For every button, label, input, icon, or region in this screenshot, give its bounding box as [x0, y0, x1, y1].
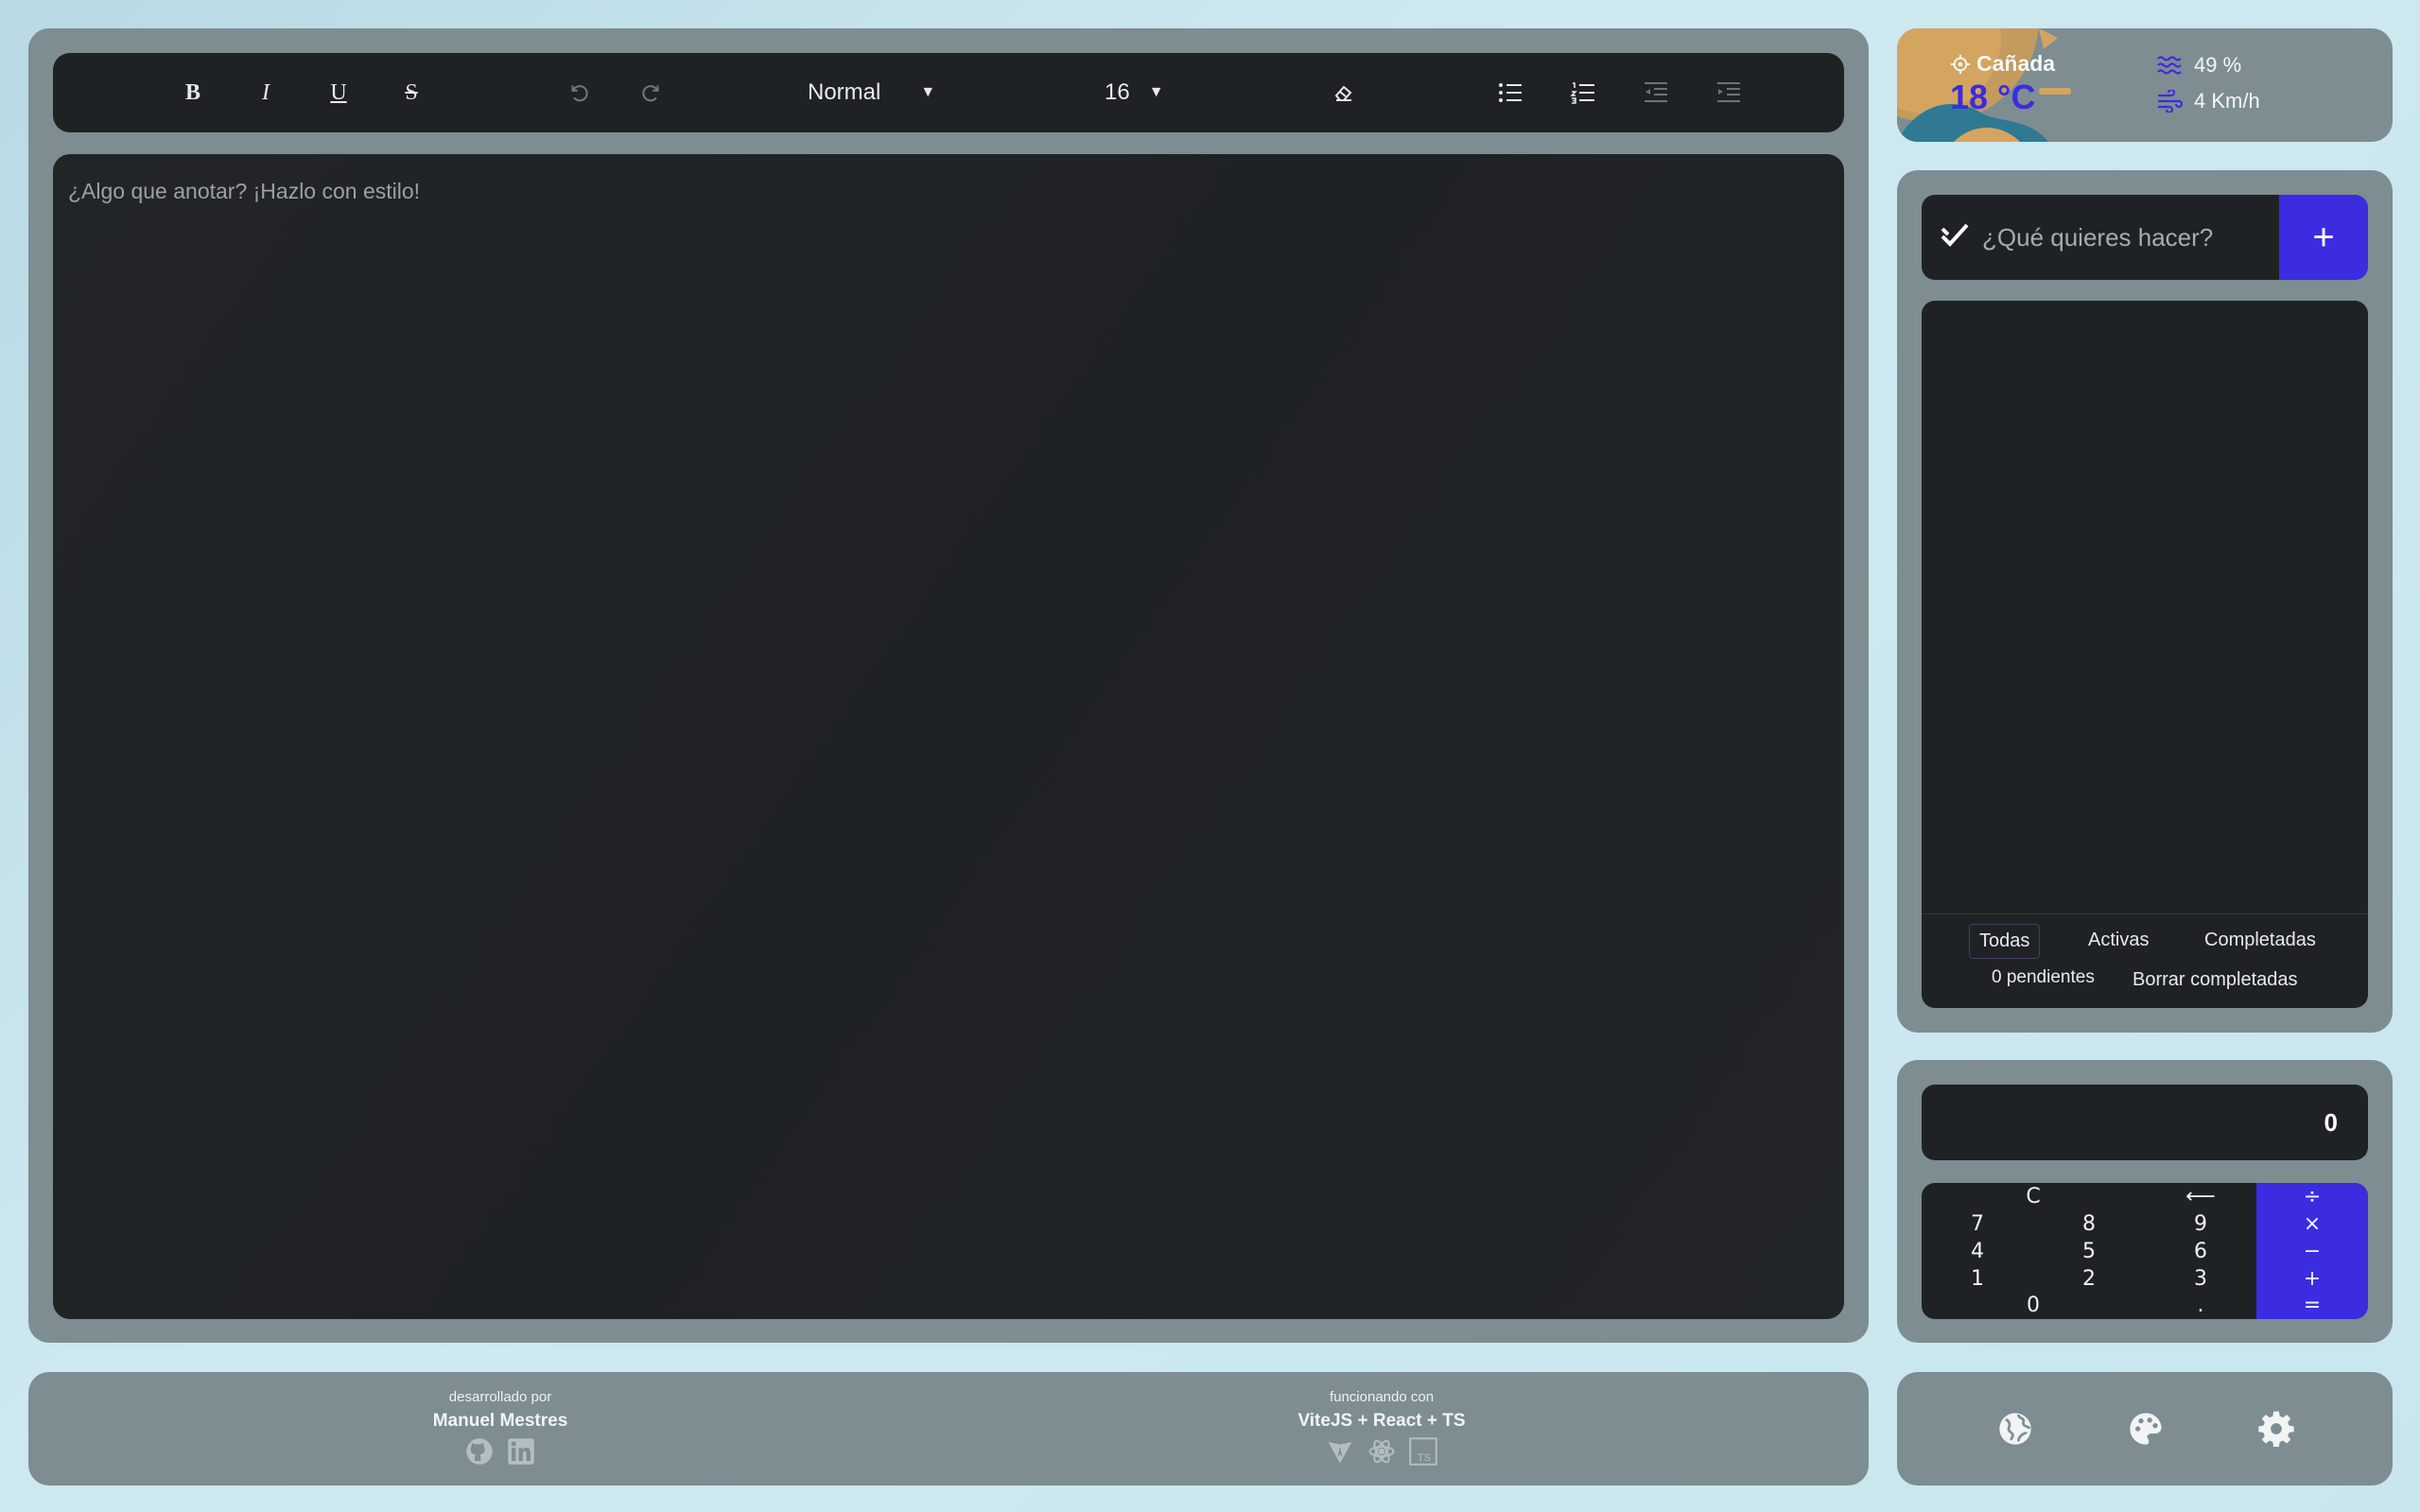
calculator-panel: 0 C ⟵ ÷ 7 8 9 × 4 5 6 − 1 2 3 + 0 . = [1897, 1060, 2393, 1343]
author-name: Manuel Mestres [432, 1411, 568, 1431]
todo-footer: Todas Activas Completadas 0 pendientes B… [1922, 913, 2368, 1008]
key-0[interactable]: 0 [1922, 1292, 2145, 1319]
plus-key[interactable]: + [2256, 1265, 2368, 1293]
palette-icon [2130, 1413, 2162, 1445]
undo-button[interactable] [560, 74, 598, 112]
add-todo-button[interactable]: + [2279, 195, 2368, 280]
settings-panel [1897, 1372, 2393, 1486]
filter-activas[interactable]: Activas [2079, 924, 2158, 957]
author-credit: desarrollado por Manuel Mestres [358, 1389, 642, 1466]
divide-key[interactable]: ÷ [2256, 1183, 2368, 1210]
decimal-key[interactable]: . [2145, 1292, 2256, 1319]
numbered-list-button[interactable] [1564, 74, 1602, 112]
clear-key[interactable]: C [1922, 1183, 2145, 1210]
redo-button[interactable] [633, 74, 670, 112]
tech-credit: funcionando con ViteJS + React + TS TS [1240, 1389, 1523, 1466]
linkedin-icon[interactable] [507, 1437, 535, 1466]
font-size-value: 16 [1105, 79, 1130, 105]
italic-button[interactable]: I [247, 74, 285, 112]
todo-input[interactable] [1982, 195, 2275, 280]
todo-panel: + Todas Activas Completadas 0 pendientes… [1897, 170, 2393, 1033]
tech-stack: ViteJS + React + TS [1297, 1411, 1466, 1431]
redo-icon [642, 85, 659, 102]
equals-key[interactable]: = [2256, 1292, 2368, 1319]
city-name: Cañada [1976, 51, 2056, 76]
indent-icon [1717, 82, 1740, 102]
eraser-icon [1334, 85, 1352, 101]
humidity-icon [2157, 56, 2182, 75]
github-icon[interactable] [465, 1437, 494, 1466]
weather-city: Cañada [1950, 51, 2055, 77]
humidity-row: 49 % [2156, 53, 2241, 78]
todo-input-bar: + [1922, 195, 2368, 280]
strikethrough-button[interactable]: S [392, 74, 430, 112]
key-3[interactable]: 3 [2145, 1265, 2256, 1293]
editor-toolbar: B I U S Normal ▼ 16 ▼ [53, 53, 1844, 132]
settings-button[interactable] [2255, 1407, 2298, 1451]
humidity-value: 49 % [2194, 53, 2242, 77]
wind-value: 4 Km/h [2194, 89, 2260, 113]
key-1[interactable]: 1 [1922, 1265, 2033, 1293]
bullet-list-icon [1499, 83, 1522, 102]
key-4[interactable]: 4 [1922, 1238, 2033, 1265]
weather-panel: Cañada 18 °C 49 % 4 Km/h [1897, 28, 2393, 142]
key-6[interactable]: 6 [2145, 1238, 2256, 1265]
tech-caption: funcionando con [1329, 1389, 1435, 1405]
chevron-down-icon: ▼ [920, 84, 936, 100]
outdent-button[interactable] [1637, 74, 1675, 112]
typescript-icon: TS [1409, 1437, 1437, 1466]
calculator-display: 0 [1922, 1085, 2368, 1160]
calculator-keypad: C ⟵ ÷ 7 8 9 × 4 5 6 − 1 2 3 + 0 . = [1922, 1183, 2368, 1319]
svg-text:TS: TS [1418, 1452, 1431, 1464]
key-5[interactable]: 5 [2033, 1238, 2145, 1265]
pending-count: 0 pendientes [1992, 967, 2095, 987]
globe-icon [1999, 1413, 2031, 1445]
react-icon [1367, 1437, 1396, 1466]
multiply-key[interactable]: × [2256, 1210, 2368, 1238]
key-7[interactable]: 7 [1922, 1210, 2033, 1238]
temperature: 18 °C [1950, 78, 2036, 116]
double-check-icon [1941, 223, 1969, 247]
numbered-list-icon [1570, 82, 1594, 104]
editor-panel: B I U S Normal ▼ 16 ▼ ¿Algo que anotar? … [28, 28, 1869, 1343]
outdent-icon [1645, 82, 1667, 102]
location-icon [1950, 54, 1971, 74]
clear-format-button[interactable] [1325, 74, 1363, 112]
minus-key[interactable]: − [2256, 1238, 2368, 1265]
block-style-value: Normal [808, 79, 881, 105]
editor-placeholder: ¿Algo que anotar? ¡Hazlo con estilo! [68, 179, 421, 203]
wind-icon [2158, 90, 2183, 113]
bullet-list-button[interactable] [1491, 74, 1529, 112]
editor-textarea[interactable]: ¿Algo que anotar? ¡Hazlo con estilo! [53, 154, 1844, 1319]
underline-button[interactable]: U [320, 74, 357, 112]
backspace-key[interactable]: ⟵ [2145, 1183, 2256, 1210]
block-style-select[interactable]: Normal ▼ [808, 72, 935, 113]
font-size-select[interactable]: 16 ▼ [1105, 72, 1164, 113]
clear-completed-button[interactable]: Borrar completadas [2133, 969, 2298, 991]
indent-button[interactable] [1710, 74, 1748, 112]
vite-icon [1326, 1437, 1354, 1466]
footer-panel: desarrollado por Manuel Mestres funciona… [28, 1372, 1869, 1486]
chevron-down-icon: ▼ [1148, 84, 1164, 100]
todo-list: Todas Activas Completadas 0 pendientes B… [1922, 301, 2368, 1008]
author-caption: desarrollado por [448, 1389, 552, 1405]
key-9[interactable]: 9 [2145, 1210, 2256, 1238]
filter-completadas[interactable]: Completadas [2195, 924, 2325, 957]
key-8[interactable]: 8 [2033, 1210, 2145, 1238]
bold-button[interactable]: B [174, 74, 212, 112]
language-button[interactable] [1993, 1407, 2037, 1451]
key-2[interactable]: 2 [2033, 1265, 2145, 1293]
gear-icon [2258, 1411, 2294, 1447]
theme-button[interactable] [2124, 1407, 2168, 1451]
wind-row: 4 Km/h [2156, 89, 2260, 113]
filter-todas[interactable]: Todas [1969, 924, 2041, 959]
undo-icon [571, 85, 588, 102]
